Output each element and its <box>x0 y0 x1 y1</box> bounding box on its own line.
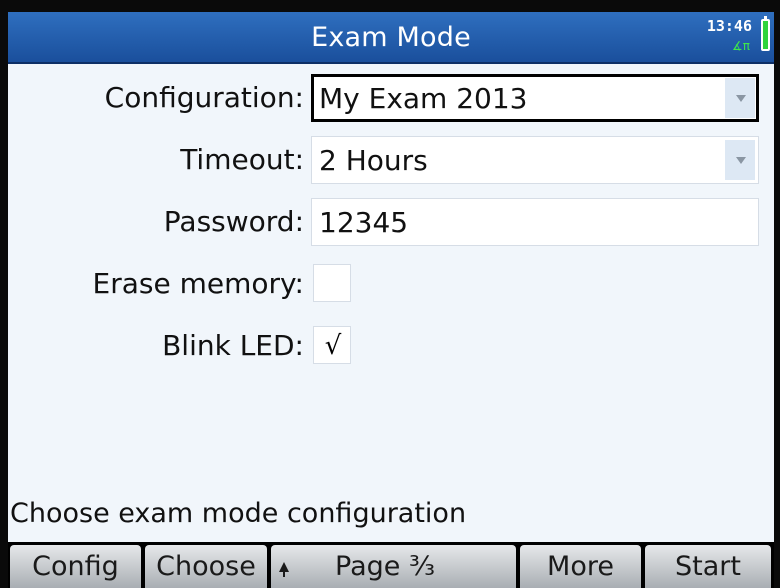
menu-bar: Config Choose Page ³⁄₃ More Start <box>8 542 774 588</box>
dropdown-arrow-icon[interactable] <box>725 78 755 118</box>
config-button[interactable]: Config <box>10 545 141 588</box>
timeout-row: Timeout: 2 Hours <box>8 134 774 186</box>
erase-memory-row: Erase memory: <box>8 258 774 310</box>
timeout-dropdown[interactable]: 2 Hours <box>311 136 759 184</box>
password-field[interactable]: 12345 <box>311 198 759 246</box>
check-mark-icon: √ <box>324 331 342 361</box>
password-value: 12345 <box>319 205 409 239</box>
start-button[interactable]: Start <box>645 545 771 588</box>
choose-button[interactable]: Choose <box>145 545 267 588</box>
password-row: Password: 12345 <box>8 196 774 248</box>
help-text: Choose exam mode configuration <box>10 498 467 529</box>
blink-led-checkbox[interactable]: √ <box>313 326 351 364</box>
clock: 13:46 <box>706 17 752 35</box>
angle-mode-icon: ∡π <box>732 39 750 53</box>
configuration-value: My Exam 2013 <box>319 81 528 115</box>
blink-led-label: Blink LED: <box>162 329 304 362</box>
timeout-value: 2 Hours <box>319 143 428 177</box>
blink-led-row: Blink LED: √ <box>8 320 774 372</box>
calculator-screen: Exam Mode 13:46 ∡π Configuration: My Exa… <box>8 12 774 588</box>
page-button[interactable]: Page ³⁄₃ <box>271 545 516 588</box>
page-indicator-icon <box>279 562 289 577</box>
erase-memory-check-mark <box>319 265 347 301</box>
more-button[interactable]: More <box>520 545 641 588</box>
configuration-row: Configuration: My Exam 2013 <box>8 72 774 124</box>
page-title: Exam Mode <box>311 22 471 53</box>
title-bar: Exam Mode 13:46 ∡π <box>8 12 774 64</box>
erase-memory-label: Erase memory: <box>92 267 304 300</box>
dropdown-arrow-icon[interactable] <box>725 140 755 180</box>
timeout-label: Timeout: <box>180 143 304 176</box>
configuration-dropdown[interactable]: My Exam 2013 <box>311 74 759 122</box>
password-label: Password: <box>163 205 304 238</box>
battery-icon <box>761 16 770 51</box>
erase-memory-checkbox[interactable] <box>313 264 351 302</box>
page-label: Page ³⁄₃ <box>335 551 436 582</box>
configuration-label: Configuration: <box>104 81 304 114</box>
